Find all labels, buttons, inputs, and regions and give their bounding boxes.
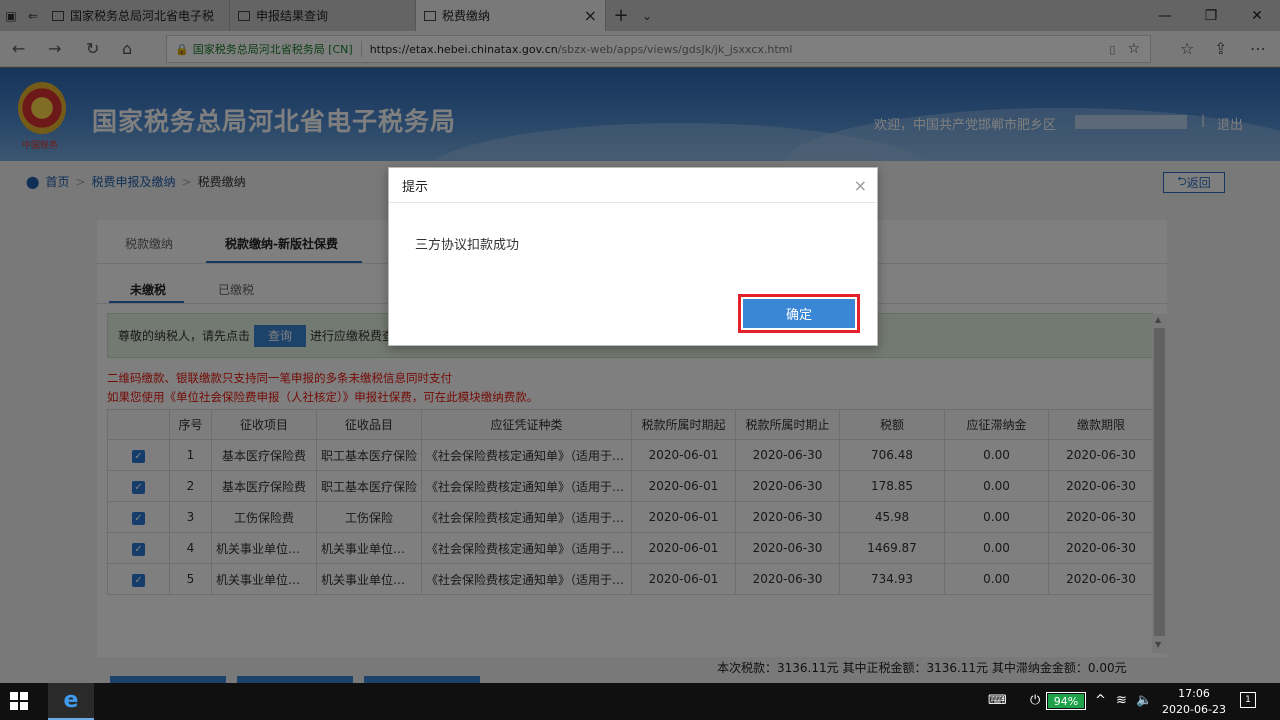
system-clock[interactable]: 17:06 2020-06-23 xyxy=(1160,686,1228,718)
wifi-icon[interactable]: ≋ xyxy=(1116,693,1127,708)
windows-taskbar: e ⌨ ⏻ 94% ^ ≋ 🔈 17:06 2020-06-23 1 xyxy=(0,683,1280,720)
volume-muted-icon[interactable]: 🔈 xyxy=(1136,693,1152,708)
clock-date: 2020-06-23 xyxy=(1162,703,1226,716)
battery-percent: 94% xyxy=(1053,694,1079,708)
ok-button-highlight: 确定 xyxy=(738,294,860,333)
success-dialog: 提示 × 三方协议扣款成功 确定 xyxy=(388,167,878,346)
input-method-icon[interactable]: ⌨ xyxy=(988,693,1007,708)
dialog-header: 提示 xyxy=(389,168,877,203)
dialog-title: 提示 xyxy=(402,179,429,195)
power-plug-icon: ⏻ xyxy=(1030,693,1041,708)
notification-center-icon[interactable]: 1 xyxy=(1240,692,1256,708)
windows-start-icon[interactable] xyxy=(10,692,28,710)
battery-indicator[interactable]: 94% xyxy=(1046,692,1086,710)
close-icon[interactable]: × xyxy=(854,176,867,195)
ok-button[interactable]: 确定 xyxy=(743,299,855,328)
clock-time: 17:06 xyxy=(1178,687,1210,700)
edge-browser-icon[interactable]: e xyxy=(48,683,94,720)
dialog-message: 三方协议扣款成功 xyxy=(415,238,520,253)
show-hidden-icons-chevron-icon[interactable]: ^ xyxy=(1095,693,1106,708)
